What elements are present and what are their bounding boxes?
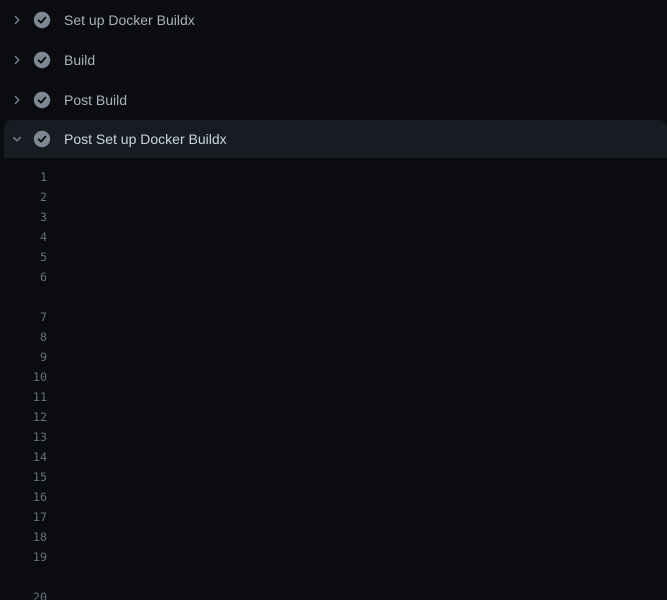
log-line-number[interactable]: 8 (0, 327, 47, 347)
step-row[interactable]: Build (0, 40, 667, 80)
steps-list: Set up Docker Buildx Build Post Build Po… (0, 0, 667, 158)
log-line: 7 time="2021-04-23T18:02:37Z" level=warn… (0, 307, 667, 327)
step-label: Post Build (64, 92, 127, 108)
log-line: 6 time="2021-04-23T18:02:37Z" level=info… (0, 267, 667, 287)
log-line: 8 time="2021-04-23T18:02:37Z" level=info… (0, 327, 667, 347)
log-line: 17 time="2021-04-23T18:02:38Z" level=deb… (0, 507, 667, 527)
step-label: Build (64, 52, 95, 68)
chevron-right-icon (10, 53, 24, 67)
check-circle-icon (33, 130, 51, 148)
chevron-right-icon (10, 13, 24, 27)
log-line: 11 time="2021-04-23T18:02:38Z" level=deb… (0, 387, 667, 407)
log-line-number[interactable]: 10 (0, 367, 47, 387)
log-line: 3 /usr/bin/docker logs buildx_buildkit_b… (0, 207, 667, 227)
log-line-number[interactable]: 20 (0, 587, 47, 600)
log-line: 1 Post job cleanup. (0, 167, 667, 187)
log-line-number[interactable]: 13 (0, 427, 47, 447)
actions-log-viewer: Set up Docker Buildx Build Post Build Po… (0, 0, 667, 600)
chevron-right-icon (10, 93, 24, 107)
check-circle-icon (33, 91, 51, 109)
log-line: 13 time="2021-04-23T18:02:38Z" level=deb… (0, 427, 667, 447)
step-row[interactable]: Post Build (0, 80, 667, 120)
step-row[interactable]: Set up Docker Buildx (0, 0, 667, 40)
step-row[interactable]: Post Set up Docker Buildx (4, 120, 667, 158)
log-line-number[interactable]: 5 (0, 247, 47, 267)
log-line-number[interactable]: 15 (0, 467, 47, 487)
step-label: Post Set up Docker Buildx (64, 131, 227, 147)
log-line-number[interactable]: 3 (0, 207, 47, 227)
log-line: application/vnd.oci.image.index.v1+json,… (0, 567, 667, 587)
log-line-number[interactable]: 1 (0, 167, 47, 187)
log-line: 19 time="2021-04-23T18:02:38Z" level=deb… (0, 547, 667, 567)
log-line: 20 time="2021-04-23T18:02:38Z" level=deb… (0, 587, 667, 600)
check-circle-icon (33, 11, 51, 29)
log-line-number[interactable]: 2 (0, 187, 47, 207)
log-line-number[interactable]: 17 (0, 507, 47, 527)
log-line: 14 time="2021-04-23T18:02:38Z" level=deb… (0, 447, 667, 467)
log-line-number[interactable]: 12 (0, 407, 47, 427)
log-line: 12 time="2021-04-23T18:02:38Z" level=deb… (0, 407, 667, 427)
check-circle-icon (33, 51, 51, 69)
log-line: linux/riscv64 linux/ppc64le linux/s390x … (0, 287, 667, 307)
log-rows: 1 Post job cleanup. 2 ▼ BuildKit contain… (0, 167, 667, 600)
log-line-number[interactable]: 18 (0, 527, 47, 547)
chevron-down-icon (10, 132, 24, 146)
log-line: 4 time="2021-04-23T18:02:37Z" level=info… (0, 227, 667, 247)
log-line-number[interactable]: 7 (0, 307, 47, 327)
log-line-number[interactable]: 14 (0, 447, 47, 467)
log-line: 10 time="2021-04-23T18:02:37Z" level=inf… (0, 367, 667, 387)
log-line-number[interactable]: 16 (0, 487, 47, 507)
log-line: 9 time="2021-04-23T18:02:37Z" level=warn… (0, 347, 667, 367)
log-line: 16 time="2021-04-23T18:02:38Z" level=deb… (0, 487, 667, 507)
log-panel: 1 Post job cleanup. 2 ▼ BuildKit contain… (0, 158, 667, 600)
log-line-number[interactable]: 11 (0, 387, 47, 407)
log-line-number[interactable]: 9 (0, 347, 47, 367)
log-line-number[interactable]: 4 (0, 227, 47, 247)
log-line-number[interactable]: 6 (0, 267, 47, 287)
log-line: 5 time="2021-04-23T18:02:37Z" level=warn… (0, 247, 667, 267)
log-line: 18 time="2021-04-23T18:02:38Z" level=deb… (0, 527, 667, 547)
log-line: 15 time="2021-04-23T18:02:38Z" level=deb… (0, 467, 667, 487)
log-line-number[interactable]: 19 (0, 547, 47, 567)
step-label: Set up Docker Buildx (64, 12, 195, 28)
log-line: 2 ▼ BuildKit container logs (0, 187, 667, 207)
